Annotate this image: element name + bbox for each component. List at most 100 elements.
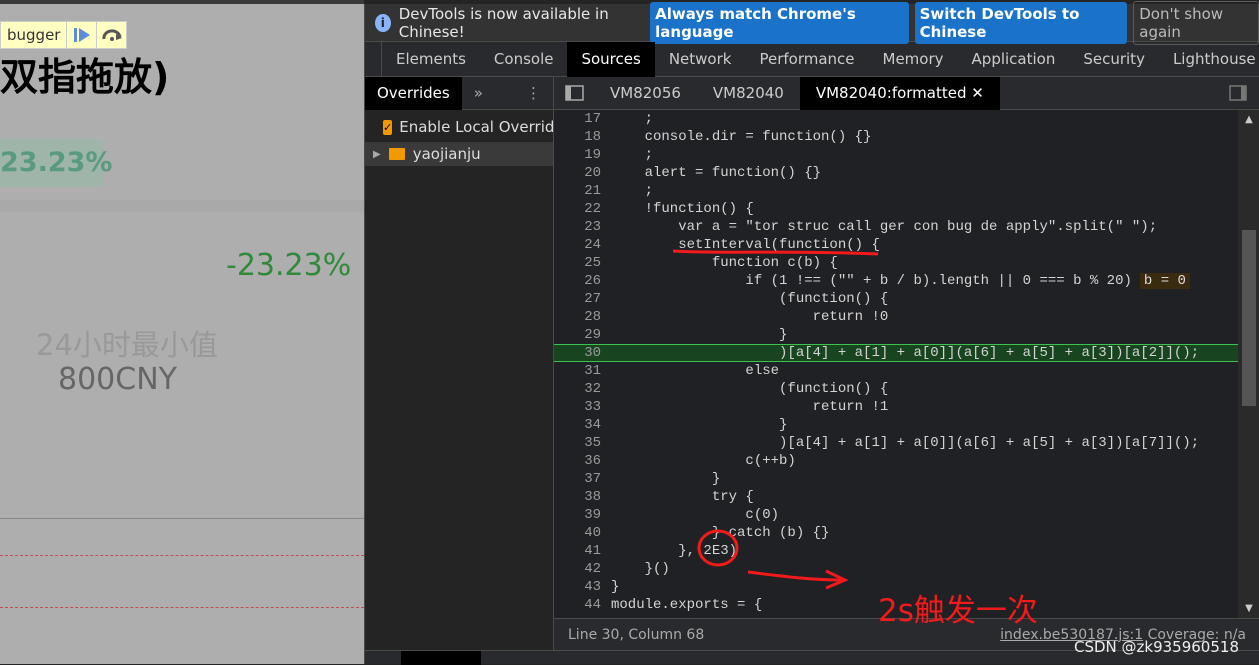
code-text: function c(b) { — [611, 255, 838, 271]
more-tabs-icon[interactable]: » — [462, 84, 495, 102]
code-line[interactable]: 28 return !0 — [554, 308, 1238, 326]
code-view[interactable]: 17 ; 18 console.dir = function() {} 19 ; 20… — [554, 110, 1238, 618]
line-number[interactable]: 18 — [554, 128, 601, 146]
code-text: (function() { — [611, 381, 889, 397]
code-line[interactable]: 18 console.dir = function() {} — [554, 128, 1238, 146]
editor-tab[interactable]: VM82056 — [594, 77, 697, 110]
code-line[interactable]: 30 )[a[4] + a[1] + a[0]](a[6] + a[5] + a… — [554, 344, 1238, 362]
line-number[interactable]: 43 — [554, 578, 601, 596]
resume-icon — [73, 28, 90, 42]
toggle-navigator-icon[interactable] — [554, 83, 594, 103]
code-line[interactable]: 36 c(++b) — [554, 452, 1238, 470]
code-line[interactable]: 29 } — [554, 326, 1238, 344]
code-line[interactable]: 32 (function() { — [554, 380, 1238, 398]
line-number[interactable]: 20 — [554, 164, 601, 182]
line-number[interactable]: 29 — [554, 326, 601, 344]
more-options-icon[interactable]: ⋮ — [526, 84, 553, 102]
tab-network[interactable]: Network — [655, 42, 746, 77]
line-number[interactable]: 40 — [554, 524, 601, 542]
scrollbar-thumb[interactable] — [1242, 230, 1256, 406]
code-line[interactable]: 27 (function() { — [554, 290, 1238, 308]
code-line[interactable]: 42 }() — [554, 560, 1238, 578]
code-line[interactable]: 26 if (1 !== ("" + b / b).length || 0 ==… — [554, 272, 1238, 290]
code-line[interactable]: 37 } — [554, 470, 1238, 488]
code-line[interactable]: 39 c(0) — [554, 506, 1238, 524]
code-text: var a = "tor struc call ger con bug de a… — [611, 219, 1158, 235]
line-number[interactable]: 34 — [554, 416, 601, 434]
drawer-tab[interactable] — [401, 651, 481, 665]
expand-arrow-icon[interactable]: ▶ — [373, 149, 381, 160]
code-text: )[a[4] + a[1] + a[0]](a[6] + a[5] + a[3]… — [611, 435, 1200, 451]
code-line[interactable]: 21 ; — [554, 182, 1238, 200]
folder-item[interactable]: ▶ yaojianju — [365, 142, 553, 166]
line-number[interactable]: 30 — [554, 345, 601, 361]
line-number[interactable]: 31 — [554, 362, 601, 380]
line-number[interactable]: 32 — [554, 380, 601, 398]
line-number[interactable]: 26 — [554, 272, 601, 290]
scroll-down-icon[interactable]: ▼ — [1238, 603, 1259, 614]
editor-tab-active[interactable]: VM82040:formatted ✕ — [799, 76, 1000, 110]
code-text: return !0 — [611, 309, 889, 325]
line-number[interactable]: 22 — [554, 200, 601, 218]
resume-button[interactable] — [66, 22, 96, 48]
tab-memory[interactable]: Memory — [869, 42, 958, 77]
editor-tab[interactable]: VM82040 — [697, 77, 800, 110]
code-line[interactable]: 23 var a = "tor struc call ger con bug d… — [554, 218, 1238, 236]
tab-overrides[interactable]: Overrides — [365, 76, 462, 110]
scroll-up-icon[interactable]: ▲ — [1238, 114, 1259, 125]
code-line[interactable]: 34 } — [554, 416, 1238, 434]
line-number[interactable]: 21 — [554, 182, 601, 200]
code-line[interactable]: 20 alert = function() {} — [554, 164, 1238, 182]
enable-local-overrides-checkbox[interactable]: ✓ Enable Local Overrides — [365, 110, 553, 136]
line-number[interactable]: 36 — [554, 452, 601, 470]
code-line[interactable]: 35 )[a[4] + a[1] + a[0]](a[6] + a[5] + a… — [554, 434, 1238, 452]
code-line[interactable]: 19 ; — [554, 146, 1238, 164]
code-text: }, 2E3) — [611, 543, 738, 559]
line-number[interactable]: 41 — [554, 542, 601, 560]
line-number[interactable]: 17 — [554, 110, 601, 128]
tab-console[interactable]: Console — [480, 42, 568, 77]
line-number[interactable]: 27 — [554, 290, 601, 308]
step-over-icon — [102, 29, 122, 41]
line-number[interactable]: 42 — [554, 560, 601, 578]
code-line[interactable]: 24 setInterval(function() { — [554, 236, 1238, 254]
tab-performance[interactable]: Performance — [745, 42, 868, 77]
line-number[interactable]: 33 — [554, 398, 601, 416]
tab-elements[interactable]: Elements — [382, 42, 480, 77]
close-tab-icon[interactable]: ✕ — [971, 84, 984, 102]
tab-lighthouse[interactable]: Lighthouse — [1159, 42, 1259, 77]
tab-sources[interactable]: Sources — [567, 41, 655, 77]
code-line[interactable]: 38 try { — [554, 488, 1238, 506]
line-number[interactable]: 19 — [554, 146, 601, 164]
code-line[interactable]: 40 } catch (b) {} — [554, 524, 1238, 542]
code-line[interactable]: 25 function c(b) { — [554, 254, 1238, 272]
code-line[interactable]: 22 !function() { — [554, 200, 1238, 218]
debugger-paused-overlay: bugger — [0, 21, 128, 49]
code-text: setInterval(function() { — [611, 237, 880, 253]
tab-security[interactable]: Security — [1069, 42, 1159, 77]
switch-to-chinese-button[interactable]: Switch DevTools to Chinese — [914, 1, 1128, 44]
toggle-debugger-icon[interactable] — [1228, 84, 1248, 102]
tab-application[interactable]: Application — [958, 42, 1070, 77]
code-line[interactable]: 31 else — [554, 362, 1238, 380]
editor-tabbar: VM82056 VM82040 VM82040:formatted ✕ — [554, 76, 1259, 110]
line-number[interactable]: 44 — [554, 596, 601, 614]
enable-local-overrides-label: Enable Local Overrides — [399, 118, 553, 136]
code-line[interactable]: 33 return !1 — [554, 398, 1238, 416]
line-number[interactable]: 24 — [554, 236, 601, 254]
code-text: !function() { — [611, 201, 754, 217]
line-number[interactable]: 39 — [554, 506, 601, 524]
line-number[interactable]: 28 — [554, 308, 601, 326]
vertical-scrollbar[interactable]: ▲ ▼ — [1238, 110, 1259, 618]
line-number[interactable]: 35 — [554, 434, 601, 452]
line-number[interactable]: 38 — [554, 488, 601, 506]
line-number[interactable]: 23 — [554, 218, 601, 236]
dont-show-again-button[interactable]: Don't show again — [1133, 0, 1259, 45]
code-line[interactable]: 17 ; — [554, 110, 1238, 128]
code-line[interactable]: 41 }, 2E3) — [554, 542, 1238, 560]
line-number[interactable]: 37 — [554, 470, 601, 488]
line-number[interactable]: 25 — [554, 254, 601, 272]
step-over-button[interactable] — [96, 22, 126, 48]
always-match-language-button[interactable]: Always match Chrome's language — [650, 1, 909, 44]
code-text: } catch (b) {} — [611, 525, 830, 541]
